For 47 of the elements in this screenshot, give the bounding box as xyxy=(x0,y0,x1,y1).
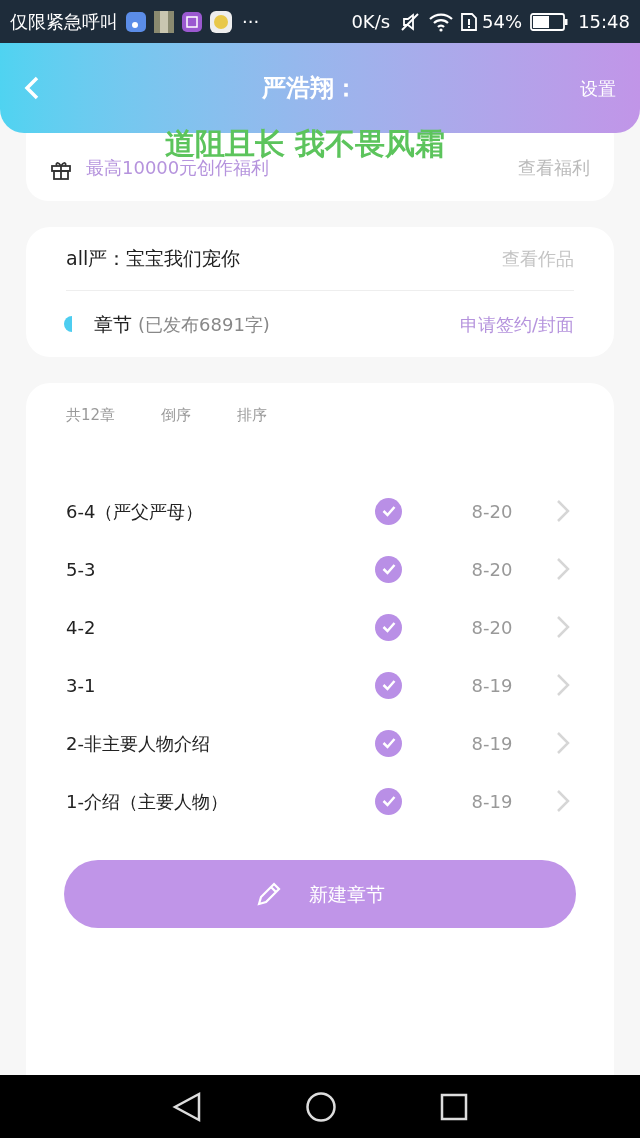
wifi-icon xyxy=(428,11,455,32)
section-marker-icon xyxy=(64,316,72,332)
recents-nav-icon[interactable] xyxy=(440,1092,469,1121)
settings-link[interactable]: 设置 xyxy=(580,74,616,102)
chapter-date: 8-20 xyxy=(470,499,514,524)
chapter-date: 8-19 xyxy=(470,789,514,814)
chapter-date: 8-20 xyxy=(470,615,514,640)
chapter-title[interactable]: 3-1 xyxy=(66,671,375,699)
photo-thumbnail-icon xyxy=(154,10,174,33)
gallery-app-icon xyxy=(182,11,202,32)
chevron-right-icon xyxy=(556,731,570,755)
view-work-link[interactable]: 查看作品 xyxy=(502,245,574,272)
chapter-title[interactable]: 1-介绍（主要人物） xyxy=(66,787,375,815)
chapter-date: 8-19 xyxy=(470,731,514,756)
back-nav-icon[interactable] xyxy=(171,1090,202,1123)
work-title: all严：宝宝我们宠你 xyxy=(66,246,241,272)
gift-icon xyxy=(50,159,72,181)
section-title: 章节 xyxy=(94,311,132,337)
chapter-title[interactable]: 5-3 xyxy=(66,555,375,583)
chevron-right-icon xyxy=(556,673,570,697)
sort-button[interactable]: 排序 xyxy=(237,403,268,427)
battery-percent: 54% xyxy=(482,10,523,34)
chapter-title[interactable]: 2-非主要人物介绍 xyxy=(66,729,375,757)
reverse-order-button[interactable]: 倒序 xyxy=(161,403,192,427)
new-chapter-button[interactable]: 新建章节 xyxy=(64,860,576,928)
header-title: 严浩翔： xyxy=(261,73,359,104)
view-benefits-link[interactable]: 查看福利 xyxy=(518,154,590,181)
pencil-icon xyxy=(255,880,283,908)
chapter-title[interactable]: 4-2 xyxy=(66,613,375,641)
chevron-right-icon xyxy=(556,615,570,639)
apply-contract-link[interactable]: 申请签约/封面 xyxy=(459,310,574,338)
clock: 15:48 xyxy=(578,10,630,34)
word-count: (已发布6891字) xyxy=(138,312,270,337)
chapter-total: 共12章 xyxy=(66,404,116,426)
home-nav-icon[interactable] xyxy=(305,1090,337,1123)
sim-alert-icon xyxy=(460,11,479,32)
chapter-date: 8-19 xyxy=(470,673,514,698)
chapter-title[interactable]: 6-4（严父严母） xyxy=(66,497,375,525)
more-notifications-text: ··· xyxy=(242,10,260,34)
battery-icon xyxy=(530,12,569,31)
mute-icon xyxy=(400,11,421,32)
chevron-right-icon xyxy=(556,499,570,523)
chevron-right-icon xyxy=(556,557,570,581)
chevron-right-icon xyxy=(556,789,570,813)
chapter-date: 8-20 xyxy=(470,557,514,582)
carrier-text: 仅限紧急呼叫 xyxy=(10,10,118,34)
network-speed: 0K/s xyxy=(351,10,391,34)
